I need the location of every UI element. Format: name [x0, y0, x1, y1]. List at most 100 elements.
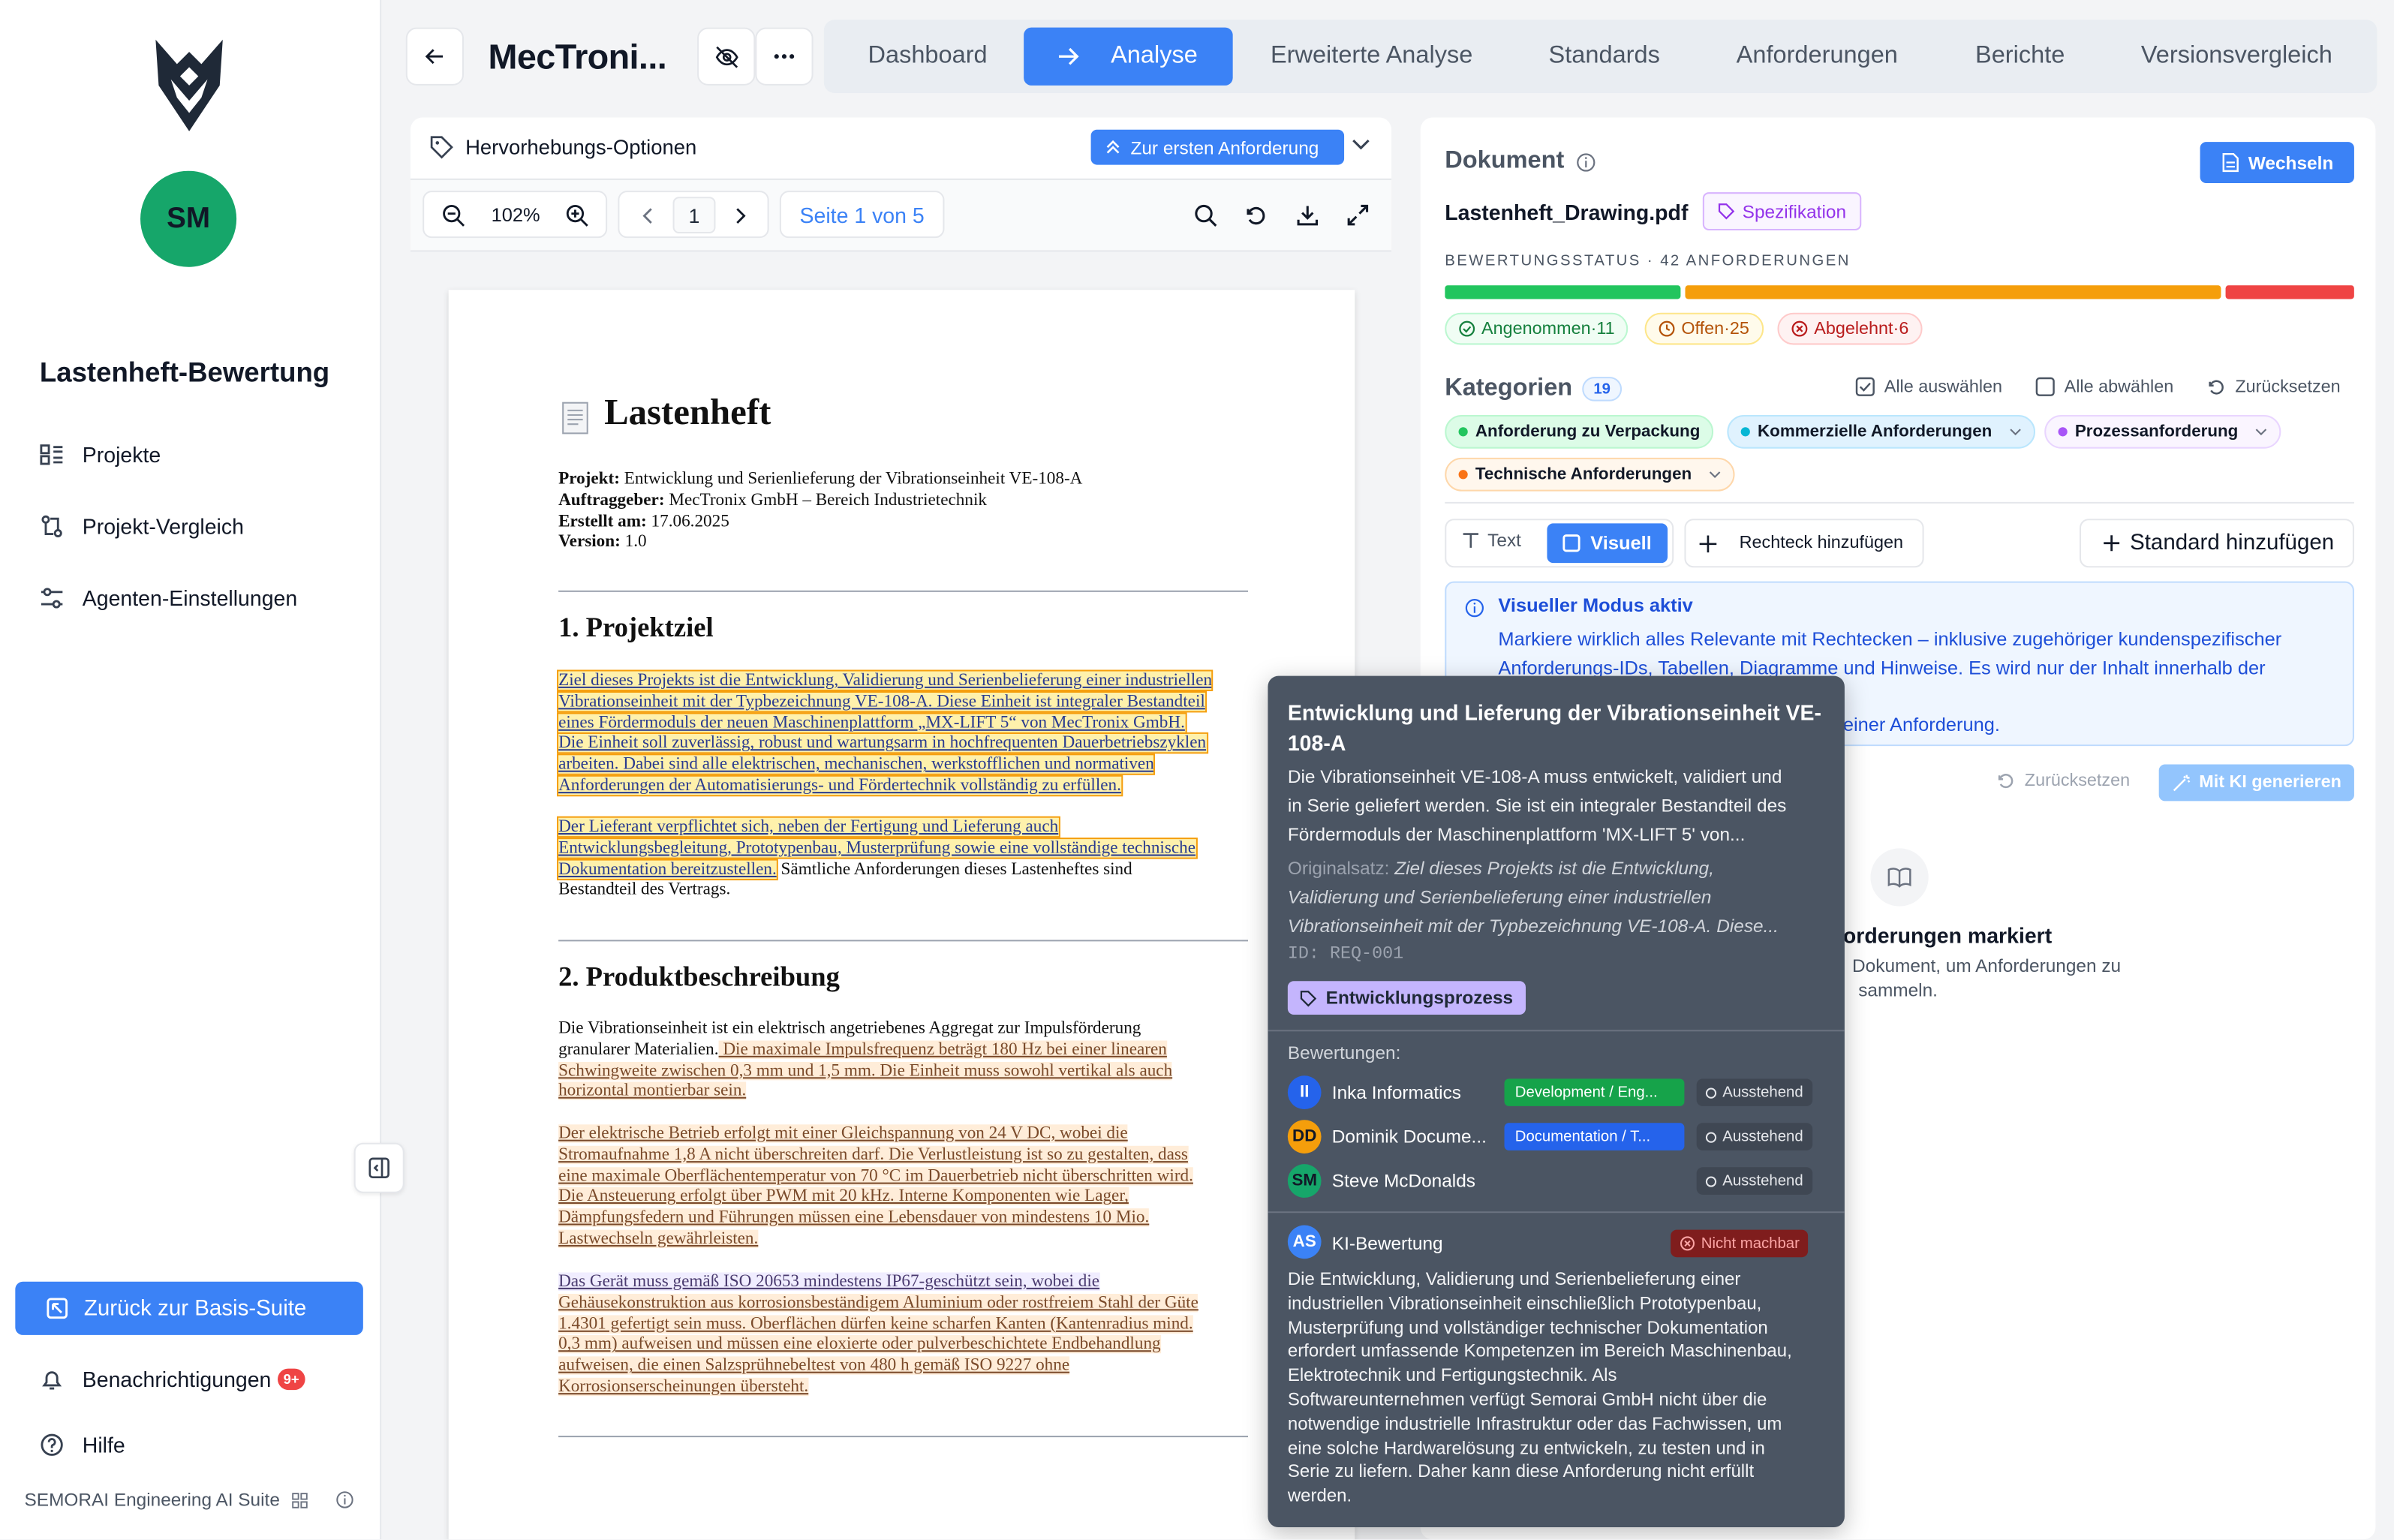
chevron-left-icon[interactable]: [642, 207, 654, 224]
deselect-all-button[interactable]: Alle abwählen: [2035, 377, 2173, 396]
rejected-badge[interactable]: Abgelehnt·6: [1777, 312, 1923, 345]
mode-visual-label: Visuell: [1590, 532, 1652, 554]
app-root: SM Lastenheft-Bewertung Projekte Projekt…: [0, 0, 2394, 1540]
mode-text-button[interactable]: Text: [1462, 529, 1521, 551]
accepted-badge[interactable]: Angenommen·11: [1445, 312, 1629, 345]
highlight-line: Dokumentation bereitzustellen.: [557, 858, 778, 880]
tooltip-reviews-label: Bewertungen:: [1287, 1042, 1401, 1064]
tab-erweiterte-analyse[interactable]: Erweiterte Analyse: [1244, 28, 1500, 86]
category-chip-kommerziell[interactable]: Kommerzielle Anforderungen: [1727, 414, 2035, 449]
pdf-meta: Projekt: Entwicklung und Serienlieferung…: [558, 470, 1082, 554]
reset-icon: [2209, 380, 2224, 395]
reset-button[interactable]: Zurücksetzen: [1996, 771, 2130, 790]
meta-value: MecTronix GmbH – Bereich Industrietechni…: [664, 491, 987, 510]
highlight-line: Anforderungen der Automatisierungs- und …: [557, 775, 1123, 797]
category-chip-technisch[interactable]: Technische Anforderungen: [1445, 457, 1735, 492]
requirement-highlight-1[interactable]: Ziel dieses Projekts ist die Entwicklung…: [557, 669, 1214, 798]
reviewer-role: Development / Eng...: [1504, 1078, 1685, 1106]
add-standard-button[interactable]: Standard hinzufügen: [2079, 519, 2354, 568]
meta-key: Projekt:: [558, 470, 620, 489]
tab-anforderungen[interactable]: Anforderungen: [1709, 28, 1926, 86]
tooltip-title-line: Entwicklung und Lieferung der Vibrations…: [1287, 700, 1821, 725]
x-circle-icon: [1680, 1236, 1695, 1251]
paragraph-5[interactable]: Das Gerät muss gemäß ISO 20653 mindesten…: [558, 1272, 1199, 1399]
tab-standards[interactable]: Standards: [1518, 28, 1691, 86]
info-icon[interactable]: [336, 1490, 354, 1508]
switch-document-button[interactable]: Wechseln: [2200, 142, 2354, 183]
open-badge[interactable]: Offen·25: [1644, 312, 1764, 345]
sidebar-item-notifications[interactable]: Benachrichtigungen 9+: [40, 1367, 305, 1391]
category-label: Prozessanforderung: [2074, 423, 2239, 441]
ai-text-line: Musterprüfung und vollständiger technisc…: [1287, 1316, 1768, 1338]
x-circle-icon: [1791, 320, 1808, 337]
pending-icon: [1705, 1175, 1717, 1187]
rotate-icon[interactable]: [1244, 203, 1268, 227]
meta-key: Erstellt am:: [558, 512, 647, 531]
tooltip-orig-line: Ziel dieses Projekts ist die Entwicklung…: [1389, 857, 1715, 880]
select-all-button[interactable]: Alle auswählen: [1855, 377, 2002, 396]
zoom-out-icon[interactable]: [441, 203, 466, 227]
book-open-icon: [1887, 868, 1911, 888]
page-input[interactable]: 1: [672, 197, 716, 234]
sidebar-item-projekt-vergleich[interactable]: Projekt-Vergleich: [40, 514, 244, 539]
category-chip-verpackung[interactable]: Anforderung zu Verpackung: [1445, 414, 1714, 449]
expand-icon[interactable]: [1346, 203, 1370, 227]
more-button[interactable]: [755, 27, 814, 86]
search-icon[interactable]: [1193, 203, 1218, 227]
back-to-base-suite-button[interactable]: Zurück zur Basis-Suite: [15, 1281, 363, 1335]
download-icon[interactable]: [1295, 203, 1320, 227]
chevron-right-icon[interactable]: [734, 207, 746, 224]
external-link-icon: [47, 1298, 68, 1319]
category-label: Anforderung zu Verpackung: [1475, 423, 1701, 441]
chevron-down-icon[interactable]: [1352, 139, 1370, 151]
sidebar-item-projekte[interactable]: Projekte: [40, 443, 161, 467]
divider: [558, 1436, 1248, 1438]
highlight-line: Die Einheit soll zuverlässig, robust und…: [557, 732, 1208, 755]
text: Sämtliche Anforderungen dieses Lastenhef…: [776, 859, 1132, 879]
sidebar-collapse-button[interactable]: [353, 1142, 405, 1193]
panel-collapse-icon: [368, 1157, 389, 1178]
check-circle-icon: [1459, 320, 1475, 337]
ai-generate-button[interactable]: Mit KI generieren: [2158, 764, 2354, 802]
chevron-down-icon: [2255, 429, 2267, 436]
ai-status-label: Nicht machbar: [1701, 1235, 1800, 1253]
magic-wand-icon: [2173, 774, 2191, 791]
tab-analyse[interactable]: Analyse: [1024, 27, 1233, 86]
footer-text: SEMORAI Engineering AI Suite: [24, 1489, 280, 1511]
sidebar-item-agenten-einstellungen[interactable]: Agenten-Einstellungen: [40, 586, 297, 610]
add-rectangle-button[interactable]: Rechteck hinzufügen: [1684, 519, 1924, 568]
tab-versionsvergleich[interactable]: Versionsvergleich: [2113, 28, 2360, 86]
tab-dashboard[interactable]: Dashboard: [836, 28, 1019, 86]
requirement-highlight-2[interactable]: Der Lieferant verpflichtet sich, neben d…: [557, 816, 1198, 902]
reviewer-name: Dominik Docume...: [1331, 1126, 1487, 1147]
mode-visual-button[interactable]: Visuell: [1547, 523, 1668, 564]
ai-text-line: Softwareunternehmen verfügt Semorai GmbH…: [1287, 1388, 1767, 1410]
first-requirement-button[interactable]: Zur ersten Anforderung: [1090, 129, 1345, 165]
highlight-line[interactable]: Die maximale Impulsfrequenz beträgt 180 …: [718, 1040, 1167, 1059]
tab-berichte[interactable]: Berichte: [1942, 28, 2098, 86]
highlight-options-label: Hervorhebungs-Optionen: [465, 135, 697, 159]
info-line: Markiere wirklich alles Relevante mit Re…: [1498, 628, 2282, 651]
square-icon: [1563, 534, 1581, 552]
open-label: Offen·25: [1681, 319, 1749, 338]
paragraph-4[interactable]: Der elektrische Betrieb erfolgt mit eine…: [558, 1124, 1193, 1250]
reset-icon: [1998, 774, 2014, 789]
accepted-label: Angenommen·11: [1481, 319, 1615, 338]
plus-icon: [2104, 535, 2120, 552]
sliders-icon: [41, 588, 63, 609]
category-chip-prozess[interactable]: Prozessanforderung: [2044, 414, 2281, 449]
arrow-left-icon: [425, 49, 444, 65]
zoom-in-icon[interactable]: [564, 203, 589, 227]
back-button[interactable]: [405, 27, 465, 86]
highlight-line[interactable]: Schwingweite zwischen 0,3 mm und 1,5 mm.…: [558, 1061, 1173, 1080]
ellipsis-icon: [774, 54, 795, 59]
reset-categories-button[interactable]: Zurücksetzen: [2206, 377, 2341, 396]
sidebar-item-help[interactable]: Hilfe: [40, 1433, 125, 1457]
info-icon[interactable]: [1576, 152, 1595, 172]
hide-button[interactable]: [697, 27, 756, 86]
highlight-line[interactable]: horizontal montierbar sein.: [558, 1082, 747, 1101]
user-avatar[interactable]: SM: [140, 170, 237, 267]
mode-text-label: Text: [1487, 529, 1521, 551]
highlight-line: Die Ansteuerung erfolgt über PWM mit 20 …: [558, 1187, 1129, 1206]
grid-icon[interactable]: [292, 1491, 308, 1508]
